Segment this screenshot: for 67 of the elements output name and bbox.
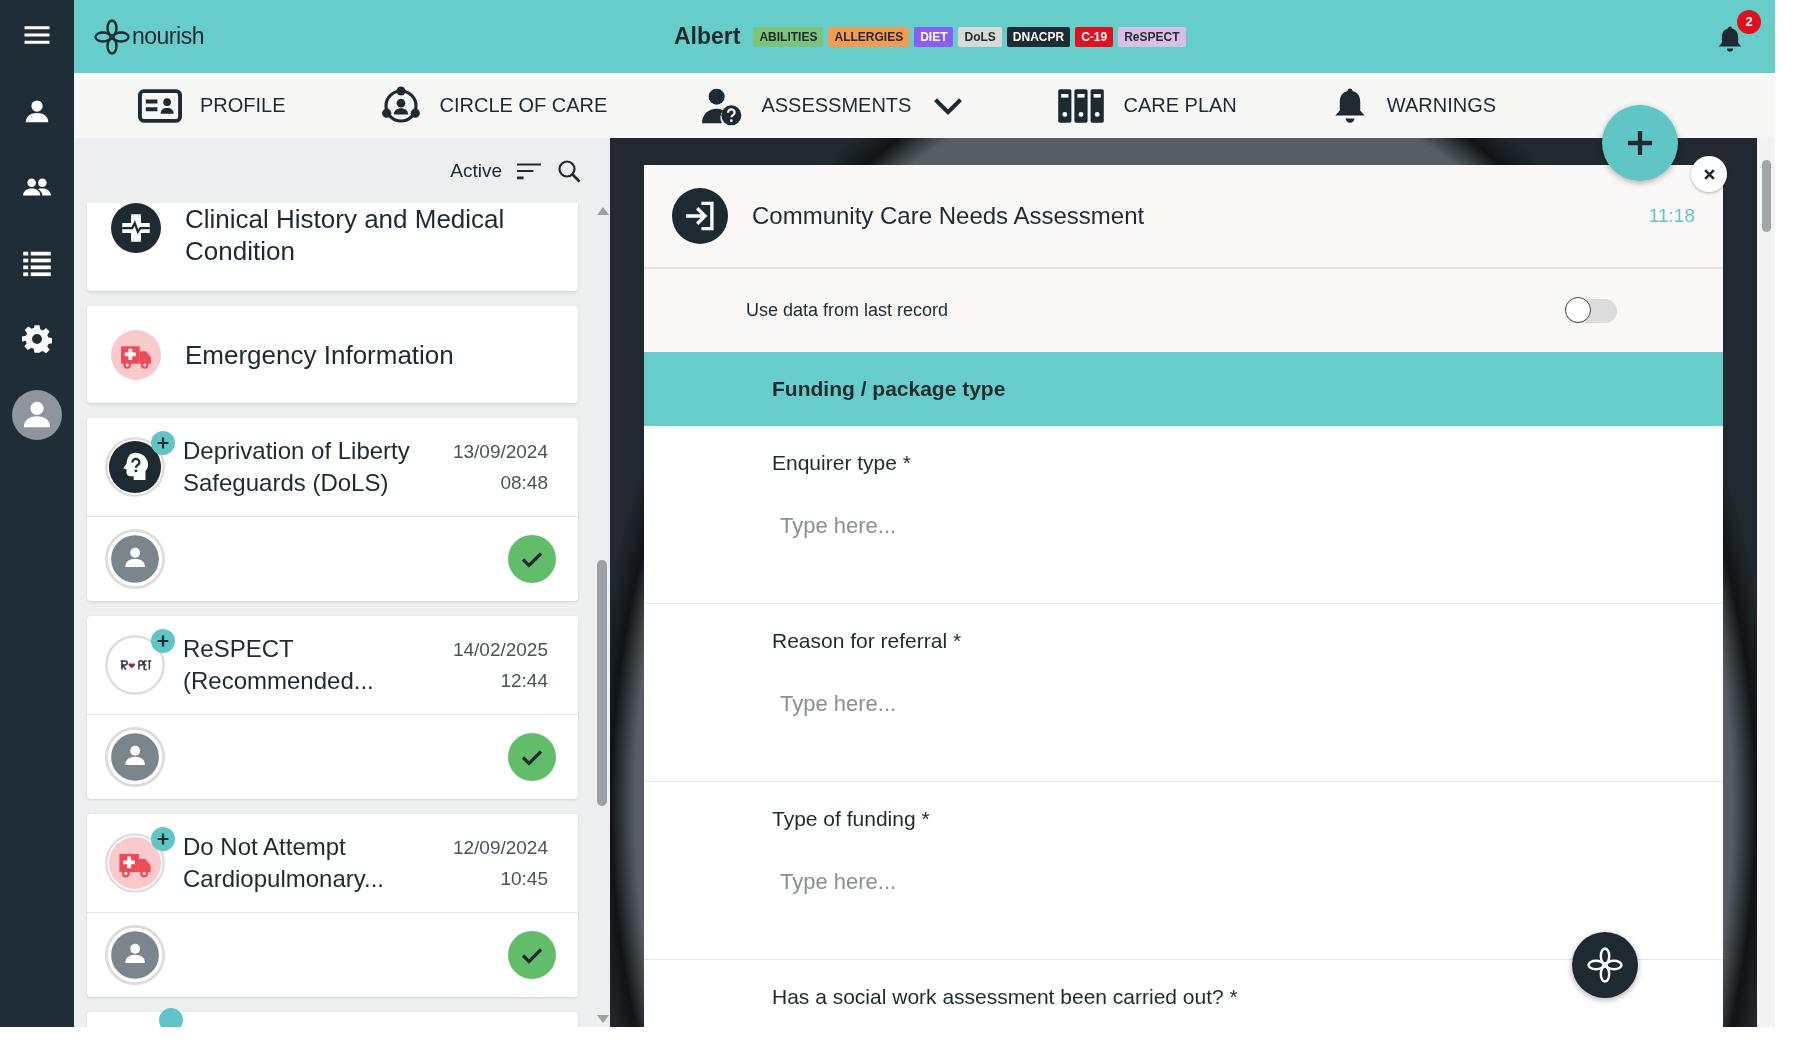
flower-icon (1587, 947, 1623, 983)
nav-item[interactable]: PROFILE (138, 88, 286, 123)
input-field[interactable]: Type here... (772, 507, 1388, 545)
category-title: Clinical History and Medical Condition (185, 203, 506, 267)
tag[interactable]: C-19 (1075, 26, 1114, 47)
record-time: 12:44 (500, 669, 548, 692)
filter-label[interactable]: Active (450, 159, 502, 182)
group-circle-icon (379, 85, 422, 126)
record-date: 12/09/2024 (452, 836, 548, 859)
avatar-icon (105, 727, 165, 787)
binders-icon (1057, 86, 1106, 125)
field-label: Reason for referral * (772, 629, 963, 653)
tag[interactable]: ABILITIES (753, 26, 824, 47)
id-card-icon (138, 88, 182, 123)
input-field[interactable]: Type here... (772, 685, 1388, 723)
resident-name: Albert (674, 23, 741, 50)
head-question-icon (105, 437, 165, 497)
avatar-icon[interactable] (12, 390, 62, 440)
record-title: Deprivation of Liberty Safeguards (DoLS) (183, 436, 411, 498)
toggle-switch[interactable] (1565, 298, 1617, 323)
search-icon[interactable] (556, 158, 582, 183)
form-title: Community Care Needs Assessment (752, 202, 1146, 230)
avatar-icon (105, 529, 165, 589)
medical-cross-icon (111, 203, 161, 253)
nav-item[interactable]: CARE PLAN (1057, 86, 1237, 125)
close-icon (1702, 167, 1716, 181)
notification-badge: 2 (1737, 9, 1761, 34)
record-title: ReSPECT (Recommended... (183, 634, 375, 696)
plus-icon (159, 1008, 183, 1027)
record-date: 13/09/2024 (452, 440, 548, 463)
tag[interactable]: DIET (914, 26, 954, 47)
record-card[interactable]: ReSPECT (Recommended... 14/02/2025 12:44 (87, 616, 578, 799)
field-label: Enquirer type * (772, 451, 912, 475)
record-time: 10:45 (500, 867, 548, 890)
ambulance-icon (105, 833, 165, 893)
nav-item[interactable]: ASSESSMENTS (701, 85, 964, 126)
tag[interactable]: DNACPR (1006, 26, 1071, 47)
form-time: 11:18 (1648, 205, 1695, 227)
toggle-label: Use data from last record (746, 300, 949, 321)
scrollbar[interactable] (1757, 138, 1775, 1027)
tag[interactable]: ALLERGIES (828, 26, 910, 47)
plus-icon (151, 629, 175, 653)
field-label: Type of funding * (772, 807, 931, 831)
tag[interactable]: DoLS (958, 26, 1002, 47)
tag[interactable]: ReSPECT (1118, 26, 1186, 47)
input-field[interactable]: Type here... (772, 863, 1388, 901)
nav-item[interactable]: CIRCLE OF CARE (379, 85, 608, 126)
ambulance-icon (111, 329, 161, 380)
record-card[interactable]: Do Not Attempt Cardiopulmonary... 12/09/2024 10:45 (87, 814, 578, 997)
field-label: Has a social work assessment been carried out? * (772, 985, 1239, 1009)
record-time: 08:48 (500, 471, 548, 494)
flower-icon (94, 18, 130, 55)
section-title: Funding / package type (772, 377, 1006, 401)
plus-icon (151, 827, 175, 851)
avatar-icon (105, 925, 165, 985)
record-date: 14/02/2025 (452, 638, 548, 661)
plus-icon (151, 431, 175, 455)
record-title: Do Not Attempt Cardiopulmonary... (183, 832, 385, 894)
settings-icon[interactable] (22, 324, 52, 354)
record-card[interactable]: Deprivation of Liberty Safeguards (DoLS) 13/09/2024 08:48 (87, 418, 578, 601)
logo-text: nourish (132, 23, 204, 50)
category-card[interactable]: Clinical History and Medical Condition (87, 203, 578, 291)
category-title: Emergency Information (185, 338, 454, 371)
category-card[interactable]: Emergency Information (87, 306, 578, 403)
respect-logo-icon (105, 635, 165, 695)
sign-in-icon (672, 188, 728, 244)
nav-item[interactable]: WARNINGS (1330, 86, 1497, 125)
